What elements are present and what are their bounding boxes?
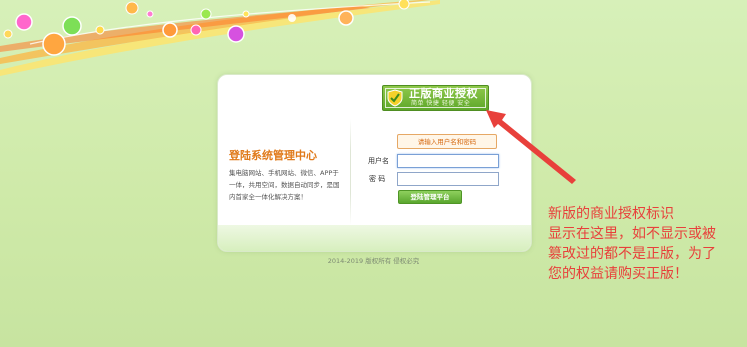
arrow-pointer-icon xyxy=(486,110,576,184)
authenticity-note: 新版的商业授权标识 显示在这里，如不显示或被 篡改过的都不是正版，为了 您的权益… xyxy=(548,204,746,284)
license-badge: 正版商业授权 简单 快捷 轻便 安全 xyxy=(382,85,489,111)
note-line: 篡改过的都不是正版，为了 xyxy=(548,246,716,262)
note-line: 显示在这里，如不显示或被 xyxy=(548,226,716,242)
username-label: 用户名 xyxy=(368,157,389,165)
password-label: 密 码 xyxy=(369,175,386,183)
login-button[interactable]: 登陆管理平台 xyxy=(398,190,462,204)
system-title: 登陆系统管理中心 xyxy=(229,149,317,162)
shield-check-icon xyxy=(387,89,403,107)
vertical-divider xyxy=(350,119,351,225)
panel-footer-band xyxy=(218,225,531,251)
badge-subtitle: 简单 快捷 轻便 安全 xyxy=(411,100,471,107)
copyright-text: 2014-2019 版权所有 侵权必究 xyxy=(327,257,420,265)
note-line: 新版的商业授权标识 xyxy=(548,206,674,222)
header-decoration xyxy=(0,0,440,76)
note-line: 您的权益请购买正版！ xyxy=(548,266,688,282)
system-description: 集电脑网站、手机网站、微信、APP于一体，共用空间，数据自动同步，是国内首家全一… xyxy=(229,169,340,201)
badge-title: 正版商业授权 xyxy=(409,87,478,100)
